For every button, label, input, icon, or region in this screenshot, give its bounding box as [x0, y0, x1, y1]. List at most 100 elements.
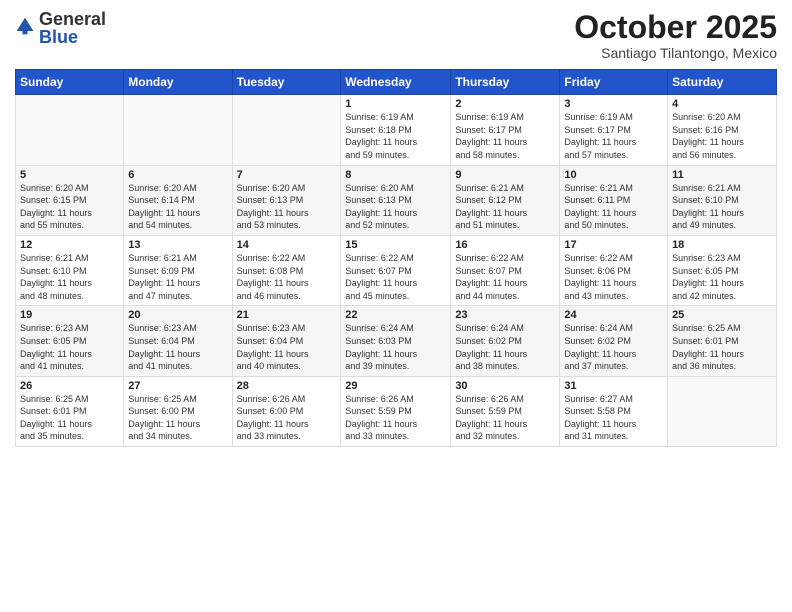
table-row: 18Sunrise: 6:23 AM Sunset: 6:05 PM Dayli… — [668, 235, 777, 305]
day-number: 27 — [128, 380, 227, 392]
day-info: Sunrise: 6:20 AM Sunset: 6:16 PM Dayligh… — [672, 111, 772, 161]
day-info: Sunrise: 6:21 AM Sunset: 6:09 PM Dayligh… — [128, 252, 227, 302]
day-info: Sunrise: 6:25 AM Sunset: 6:01 PM Dayligh… — [672, 322, 772, 372]
calendar-week-row: 5Sunrise: 6:20 AM Sunset: 6:15 PM Daylig… — [16, 165, 777, 235]
table-row: 26Sunrise: 6:25 AM Sunset: 6:01 PM Dayli… — [16, 376, 124, 446]
logo-general: General — [39, 10, 106, 28]
logo-icon — [15, 16, 35, 36]
col-friday: Friday — [560, 70, 668, 95]
col-sunday: Sunday — [16, 70, 124, 95]
day-number: 5 — [20, 169, 119, 181]
table-row: 24Sunrise: 6:24 AM Sunset: 6:02 PM Dayli… — [560, 306, 668, 376]
day-number: 11 — [672, 169, 772, 181]
table-row: 13Sunrise: 6:21 AM Sunset: 6:09 PM Dayli… — [124, 235, 232, 305]
table-row: 5Sunrise: 6:20 AM Sunset: 6:15 PM Daylig… — [16, 165, 124, 235]
day-number: 2 — [455, 98, 555, 110]
day-info: Sunrise: 6:21 AM Sunset: 6:10 PM Dayligh… — [20, 252, 119, 302]
day-number: 6 — [128, 169, 227, 181]
day-number: 21 — [237, 309, 337, 321]
day-number: 17 — [564, 239, 663, 251]
day-number: 22 — [345, 309, 446, 321]
day-number: 1 — [345, 98, 446, 110]
calendar-table: Sunday Monday Tuesday Wednesday Thursday… — [15, 69, 777, 447]
logo: General Blue — [15, 10, 106, 46]
table-row: 12Sunrise: 6:21 AM Sunset: 6:10 PM Dayli… — [16, 235, 124, 305]
table-row: 11Sunrise: 6:21 AM Sunset: 6:10 PM Dayli… — [668, 165, 777, 235]
day-number: 15 — [345, 239, 446, 251]
day-info: Sunrise: 6:19 AM Sunset: 6:17 PM Dayligh… — [455, 111, 555, 161]
col-saturday: Saturday — [668, 70, 777, 95]
day-info: Sunrise: 6:23 AM Sunset: 6:05 PM Dayligh… — [20, 322, 119, 372]
location-title: Santiago Tilantongo, Mexico — [574, 45, 777, 61]
table-row: 14Sunrise: 6:22 AM Sunset: 6:08 PM Dayli… — [232, 235, 341, 305]
col-tuesday: Tuesday — [232, 70, 341, 95]
day-info: Sunrise: 6:26 AM Sunset: 5:59 PM Dayligh… — [345, 393, 446, 443]
table-row: 4Sunrise: 6:20 AM Sunset: 6:16 PM Daylig… — [668, 95, 777, 165]
day-number: 10 — [564, 169, 663, 181]
calendar-week-row: 26Sunrise: 6:25 AM Sunset: 6:01 PM Dayli… — [16, 376, 777, 446]
table-row: 29Sunrise: 6:26 AM Sunset: 5:59 PM Dayli… — [341, 376, 451, 446]
day-number: 4 — [672, 98, 772, 110]
table-row: 10Sunrise: 6:21 AM Sunset: 6:11 PM Dayli… — [560, 165, 668, 235]
day-number: 20 — [128, 309, 227, 321]
table-row: 23Sunrise: 6:24 AM Sunset: 6:02 PM Dayli… — [451, 306, 560, 376]
table-row — [668, 376, 777, 446]
day-number: 14 — [237, 239, 337, 251]
day-info: Sunrise: 6:21 AM Sunset: 6:10 PM Dayligh… — [672, 182, 772, 232]
day-info: Sunrise: 6:19 AM Sunset: 6:18 PM Dayligh… — [345, 111, 446, 161]
day-info: Sunrise: 6:27 AM Sunset: 5:58 PM Dayligh… — [564, 393, 663, 443]
day-number: 7 — [237, 169, 337, 181]
table-row: 27Sunrise: 6:25 AM Sunset: 6:00 PM Dayli… — [124, 376, 232, 446]
day-info: Sunrise: 6:23 AM Sunset: 6:04 PM Dayligh… — [237, 322, 337, 372]
day-number: 12 — [20, 239, 119, 251]
table-row: 15Sunrise: 6:22 AM Sunset: 6:07 PM Dayli… — [341, 235, 451, 305]
day-info: Sunrise: 6:26 AM Sunset: 6:00 PM Dayligh… — [237, 393, 337, 443]
table-row — [232, 95, 341, 165]
table-row: 21Sunrise: 6:23 AM Sunset: 6:04 PM Dayli… — [232, 306, 341, 376]
table-row: 6Sunrise: 6:20 AM Sunset: 6:14 PM Daylig… — [124, 165, 232, 235]
day-info: Sunrise: 6:20 AM Sunset: 6:15 PM Dayligh… — [20, 182, 119, 232]
table-row: 28Sunrise: 6:26 AM Sunset: 6:00 PM Dayli… — [232, 376, 341, 446]
table-row — [124, 95, 232, 165]
day-number: 28 — [237, 380, 337, 392]
title-section: October 2025 Santiago Tilantongo, Mexico — [574, 10, 777, 61]
table-row: 22Sunrise: 6:24 AM Sunset: 6:03 PM Dayli… — [341, 306, 451, 376]
calendar-week-row: 19Sunrise: 6:23 AM Sunset: 6:05 PM Dayli… — [16, 306, 777, 376]
day-info: Sunrise: 6:21 AM Sunset: 6:11 PM Dayligh… — [564, 182, 663, 232]
day-info: Sunrise: 6:23 AM Sunset: 6:04 PM Dayligh… — [128, 322, 227, 372]
table-row: 3Sunrise: 6:19 AM Sunset: 6:17 PM Daylig… — [560, 95, 668, 165]
day-number: 3 — [564, 98, 663, 110]
page-header: General Blue October 2025 Santiago Tilan… — [15, 10, 777, 61]
table-row: 30Sunrise: 6:26 AM Sunset: 5:59 PM Dayli… — [451, 376, 560, 446]
day-info: Sunrise: 6:25 AM Sunset: 6:00 PM Dayligh… — [128, 393, 227, 443]
month-title: October 2025 — [574, 10, 777, 45]
day-number: 18 — [672, 239, 772, 251]
day-info: Sunrise: 6:22 AM Sunset: 6:07 PM Dayligh… — [455, 252, 555, 302]
day-number: 26 — [20, 380, 119, 392]
day-info: Sunrise: 6:24 AM Sunset: 6:02 PM Dayligh… — [564, 322, 663, 372]
logo-blue: Blue — [39, 28, 106, 46]
table-row: 16Sunrise: 6:22 AM Sunset: 6:07 PM Dayli… — [451, 235, 560, 305]
table-row: 9Sunrise: 6:21 AM Sunset: 6:12 PM Daylig… — [451, 165, 560, 235]
table-row — [16, 95, 124, 165]
calendar-week-row: 1Sunrise: 6:19 AM Sunset: 6:18 PM Daylig… — [16, 95, 777, 165]
table-row: 8Sunrise: 6:20 AM Sunset: 6:13 PM Daylig… — [341, 165, 451, 235]
day-number: 9 — [455, 169, 555, 181]
col-thursday: Thursday — [451, 70, 560, 95]
table-row: 17Sunrise: 6:22 AM Sunset: 6:06 PM Dayli… — [560, 235, 668, 305]
table-row: 20Sunrise: 6:23 AM Sunset: 6:04 PM Dayli… — [124, 306, 232, 376]
day-info: Sunrise: 6:22 AM Sunset: 6:07 PM Dayligh… — [345, 252, 446, 302]
day-info: Sunrise: 6:20 AM Sunset: 6:13 PM Dayligh… — [345, 182, 446, 232]
day-number: 23 — [455, 309, 555, 321]
table-row: 2Sunrise: 6:19 AM Sunset: 6:17 PM Daylig… — [451, 95, 560, 165]
day-info: Sunrise: 6:23 AM Sunset: 6:05 PM Dayligh… — [672, 252, 772, 302]
day-number: 16 — [455, 239, 555, 251]
day-number: 24 — [564, 309, 663, 321]
table-row: 19Sunrise: 6:23 AM Sunset: 6:05 PM Dayli… — [16, 306, 124, 376]
day-info: Sunrise: 6:25 AM Sunset: 6:01 PM Dayligh… — [20, 393, 119, 443]
day-info: Sunrise: 6:26 AM Sunset: 5:59 PM Dayligh… — [455, 393, 555, 443]
table-row: 1Sunrise: 6:19 AM Sunset: 6:18 PM Daylig… — [341, 95, 451, 165]
day-info: Sunrise: 6:20 AM Sunset: 6:14 PM Dayligh… — [128, 182, 227, 232]
col-monday: Monday — [124, 70, 232, 95]
day-info: Sunrise: 6:20 AM Sunset: 6:13 PM Dayligh… — [237, 182, 337, 232]
